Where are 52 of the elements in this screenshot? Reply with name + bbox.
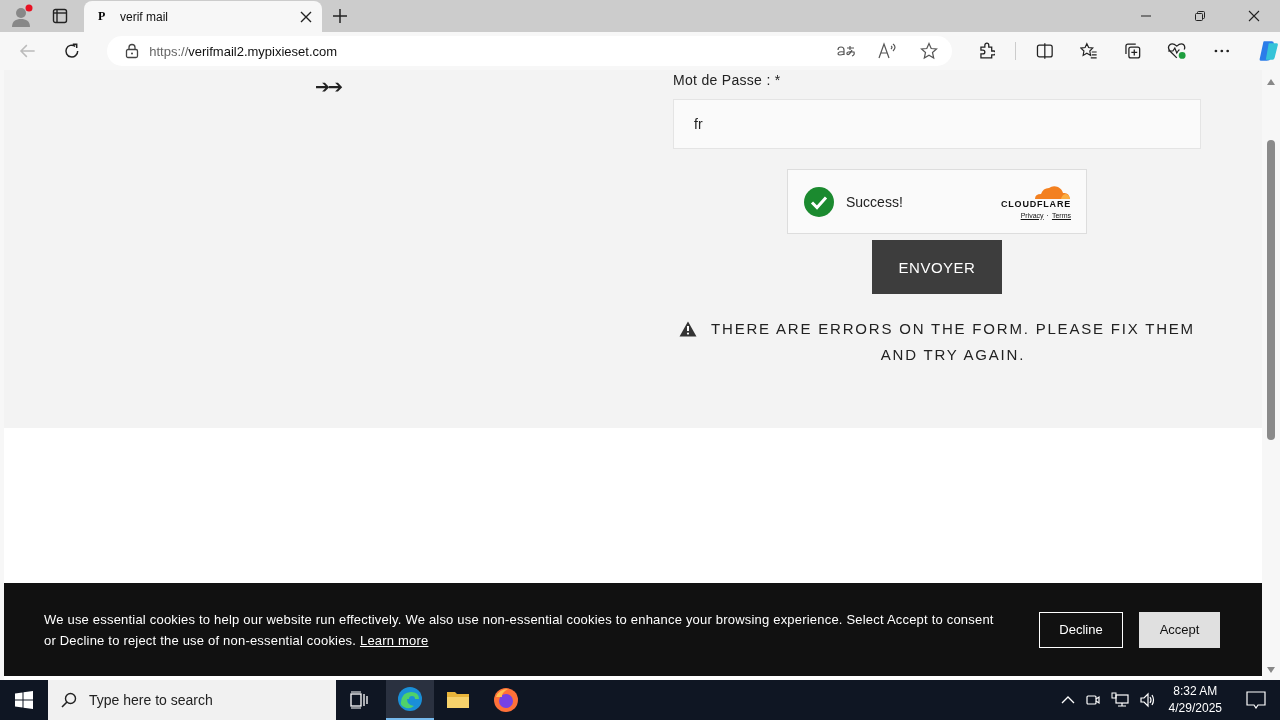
task-view-icon[interactable]	[350, 691, 370, 709]
new-tab-icon[interactable]	[332, 8, 348, 24]
profile-icon[interactable]	[10, 4, 34, 28]
decline-button[interactable]: Decline	[1039, 611, 1123, 648]
learn-more-link[interactable]: Learn more	[359, 632, 429, 648]
url-text: https://verifmail2.mypixieset.com	[149, 43, 338, 59]
submit-button[interactable]: ENVOYER	[872, 240, 1002, 294]
favicon: P	[98, 9, 107, 24]
split-screen-icon[interactable]	[1036, 42, 1055, 60]
tab-actions-icon[interactable]	[52, 8, 68, 24]
error-message: THERE ARE ERRORS ON THE FORM. PLEASE FIX THEM AND TRY AGAIN.	[710, 319, 1196, 365]
favorites-icon[interactable]	[1080, 42, 1098, 60]
scroll-up-icon[interactable]	[1266, 78, 1276, 86]
volume-icon[interactable]	[1138, 692, 1157, 708]
close-icon[interactable]	[300, 10, 312, 23]
address-field[interactable]: https://verifmail2.mypixieset.com	[107, 36, 952, 66]
password-label: Mot de Passe : *	[673, 72, 781, 88]
lock-icon[interactable]	[125, 43, 140, 59]
scroll-down-icon[interactable]	[1266, 666, 1276, 674]
cloudflare-logo: CLOUDFLARE	[1001, 198, 1071, 209]
camera-icon[interactable]	[1084, 692, 1101, 708]
firefox-icon	[493, 687, 519, 713]
edge-icon	[397, 686, 423, 712]
taskbar-search-field[interactable]: Type here to search	[48, 680, 336, 720]
password-field[interactable]: fr	[673, 99, 1201, 149]
cloud-icon	[1033, 184, 1071, 199]
collections-icon[interactable]	[1123, 42, 1142, 60]
restore-icon[interactable]	[1194, 10, 1206, 22]
health-icon[interactable]	[1167, 42, 1187, 60]
cookie-message: We use essential cookies to help our website run effectively. We also use non-essential cookies to enhance your browsing experience. Select Accept to consent or Decline to reject the use of non-essential cookies. Learn more	[44, 610, 995, 650]
search-icon	[61, 692, 77, 708]
warning-icon	[679, 321, 697, 337]
arrows-text: ➔➔	[314, 76, 342, 97]
edge-taskbar-button[interactable]	[386, 680, 434, 720]
accept-button[interactable]: Accept	[1139, 611, 1220, 648]
tab-title: verif mail	[120, 9, 169, 24]
star-icon[interactable]	[919, 42, 938, 60]
refresh-icon[interactable]	[62, 42, 81, 60]
folder-icon	[446, 690, 470, 710]
read-aloud-icon[interactable]	[877, 42, 898, 60]
clock-time[interactable]: 8:32 AM	[1173, 683, 1218, 700]
clock-date[interactable]: 4/29/2025	[1168, 700, 1222, 717]
extensions-icon[interactable]	[977, 42, 996, 60]
chevron-up-icon[interactable]	[1060, 695, 1075, 705]
close-icon[interactable]	[1248, 10, 1260, 22]
windows-icon[interactable]	[15, 691, 33, 709]
check-icon	[804, 186, 834, 217]
notifications-icon[interactable]	[1246, 691, 1266, 709]
browser-tab[interactable]: P verif mail	[84, 1, 322, 32]
captcha-status: Success!	[846, 193, 903, 210]
network-icon[interactable]	[1110, 692, 1129, 708]
scroll-thumb[interactable]	[1267, 140, 1275, 440]
